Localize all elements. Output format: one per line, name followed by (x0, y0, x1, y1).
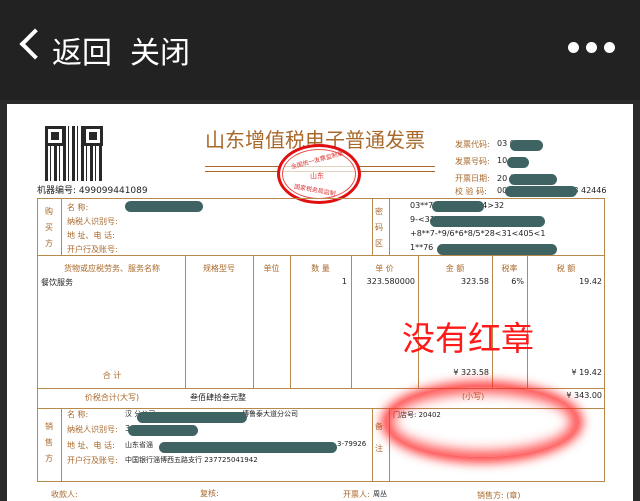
invoice-document: 机器编号: 499099441089 山东增值税电子普通发票 全国统一发票监制章… (7, 104, 633, 501)
official-stamp: 全国统一发票监制章 山东 国家税务局监制 (277, 144, 361, 204)
machine-number: 机器编号: 499099441089 (37, 186, 148, 196)
item-name: 餐饮服务 (41, 278, 73, 287)
more-icon[interactable] (568, 42, 615, 53)
check-label: 校 验 码: (455, 187, 487, 196)
top-bar: 返回 关闭 (0, 0, 640, 100)
date-label: 开票日期: (455, 174, 490, 183)
annotation-text: 没有红章 (402, 319, 534, 358)
number-label: 发票号码: (455, 157, 490, 166)
close-button[interactable]: 关闭 (130, 28, 190, 72)
code-label: 发票代码: (455, 140, 490, 149)
back-arrow-icon[interactable] (19, 28, 51, 60)
red-circle-annotation (387, 387, 577, 457)
qr-code (45, 126, 103, 181)
back-button[interactable]: 返回 (52, 28, 112, 72)
